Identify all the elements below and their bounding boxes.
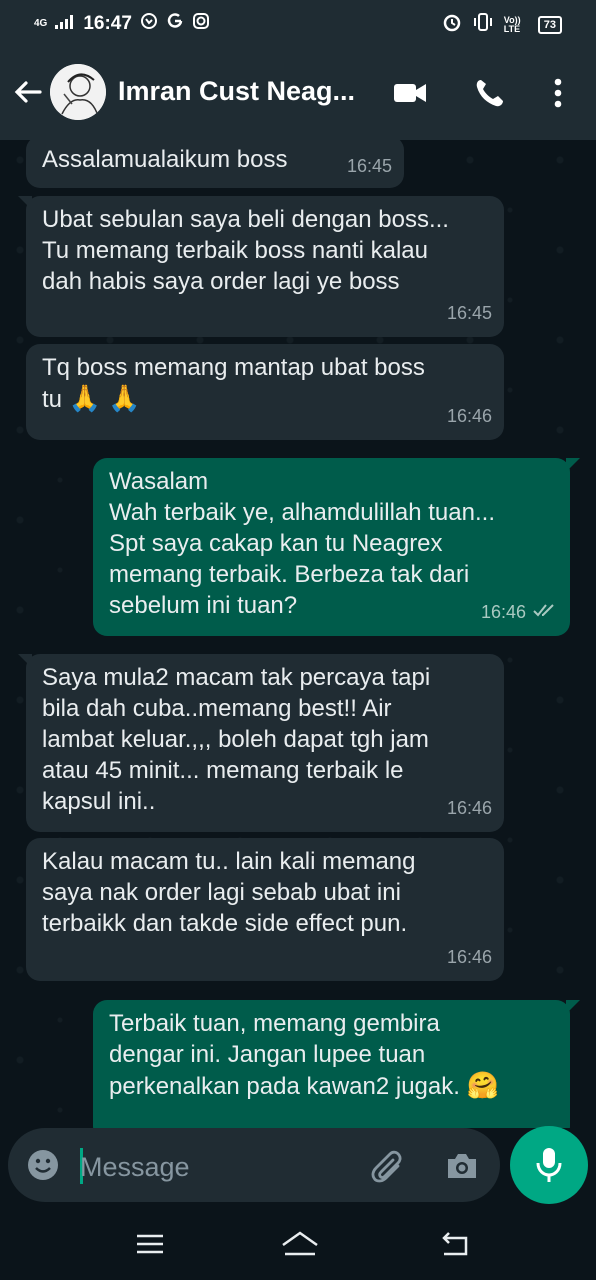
back-icon[interactable]: [436, 1226, 472, 1262]
message-incoming[interactable]: Assalamualaikum boss 16:45: [26, 140, 404, 188]
vibrate-icon: [472, 12, 494, 37]
message-incoming[interactable]: Tq boss memang mantap ubat boss tu 🙏 🙏 1…: [26, 344, 504, 440]
hugging-face-emoji: 🤗: [466, 1070, 499, 1100]
instagram-icon: [192, 12, 210, 35]
signal-icon: [55, 13, 75, 34]
message-time: 16:46: [446, 947, 492, 967]
message-incoming[interactable]: Saya mula2 macam tak percaya tapi bila d…: [18, 654, 504, 832]
system-nav-bar: [0, 1208, 596, 1280]
message-text: Assalamualaikum boss: [42, 146, 288, 173]
camera-icon[interactable]: [444, 1148, 480, 1184]
message-time: 16:46: [480, 602, 526, 622]
whatsapp-icon: [140, 12, 158, 35]
message-list[interactable]: Assalamualaikum boss 16:45 Ubat sebulan …: [0, 140, 596, 1128]
message-incoming[interactable]: Ubat sebulan saya beli dengan boss... Tu…: [18, 196, 504, 337]
attach-icon[interactable]: [370, 1148, 406, 1184]
message-time: 16:45: [446, 303, 492, 323]
phone-icon[interactable]: [472, 76, 508, 110]
video-call-icon[interactable]: [392, 76, 428, 110]
bubble-tail: [566, 1000, 580, 1014]
message-incoming[interactable]: Kalau macam tu.. lain kali memang saya n…: [26, 838, 504, 981]
message-time: 16:46: [446, 406, 492, 426]
message-outgoing[interactable]: Terbaik tuan, memang gembira dengar ini.…: [93, 1000, 580, 1128]
menu-icon[interactable]: [132, 1226, 168, 1262]
contact-name[interactable]: Imran Cust Neag...: [118, 76, 378, 107]
praying-hands-emoji: 🙏 🙏: [68, 383, 141, 413]
message-composer: [8, 1128, 500, 1202]
bubble-tail: [18, 196, 32, 210]
back-arrow-icon[interactable]: [12, 76, 44, 108]
home-icon[interactable]: [280, 1226, 318, 1262]
avatar[interactable]: [50, 64, 106, 120]
emoji-icon[interactable]: [26, 1148, 60, 1182]
bubble-tail: [566, 458, 580, 472]
mic-icon: [534, 1146, 564, 1189]
message-text: Kalau macam tu.. lain kali memang saya n…: [42, 848, 416, 937]
volte-icon: Vo)) LTE: [503, 14, 521, 34]
status-time: 16:47: [83, 12, 132, 34]
bubble-tail: [18, 654, 32, 668]
more-vert-icon[interactable]: [540, 76, 576, 110]
message-time: 16:45: [346, 156, 392, 176]
message-text: Saya mula2 macam tak percaya tapi bila d…: [42, 664, 431, 815]
mic-button[interactable]: [510, 1126, 588, 1204]
message-input[interactable]: [78, 1146, 352, 1188]
g-icon: [166, 12, 184, 35]
status-bar: 4G 16:47 Vo)) LTE 73: [0, 0, 596, 46]
chat-header: Imran Cust Neag...: [0, 46, 596, 140]
message-text: Terbaik tuan, memang gembira dengar ini.…: [109, 1010, 460, 1100]
message-outgoing[interactable]: Wasalam Wah terbaik ye, alhamdulillah tu…: [93, 458, 580, 636]
message-text: Ubat sebulan saya beli dengan boss... Tu…: [42, 206, 449, 295]
message-time: 16:46: [446, 798, 492, 818]
battery-icon: 73: [537, 15, 562, 34]
alarm-icon: [442, 12, 462, 37]
network-indicator: 4G: [34, 17, 48, 29]
double-check-icon: [532, 597, 558, 628]
